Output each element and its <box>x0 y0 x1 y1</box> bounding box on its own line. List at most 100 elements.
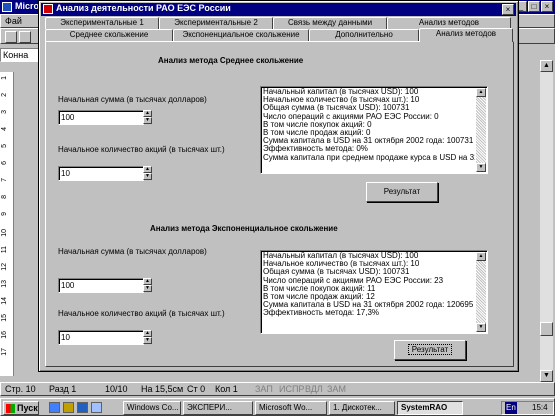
spin-down-icon[interactable]: ▼ <box>143 117 152 124</box>
ruler-number: 5 <box>1 144 8 148</box>
scroll-up-icon[interactable]: ▲ <box>476 88 486 97</box>
memo-scrollbar[interactable]: ▲ ▼ <box>476 88 486 172</box>
tab-methods-analysis[interactable]: Анализ методов <box>419 28 513 42</box>
scroll-down-icon[interactable]: ▼ <box>476 323 486 332</box>
dialog-title-bar: Анализ деятельности РАО ЕЭС России × <box>41 3 516 16</box>
task-player[interactable]: 1. Дискотек... <box>329 401 395 415</box>
tab-additional[interactable]: Дополнительно <box>309 29 419 41</box>
tab-experimental-1[interactable]: Экспериментальные 1 <box>45 17 159 29</box>
start-button[interactable]: Пуск <box>3 401 39 415</box>
scroll-down-icon[interactable]: ▼ <box>540 370 553 382</box>
tab-moving-average[interactable]: Среднее скольжение <box>45 29 173 41</box>
section2-result-lines: Начальный капитал (в тысячах USD): 100 На… <box>263 252 475 318</box>
memo-line: В том числе продаж акций: 12 <box>263 293 375 302</box>
status-col: Кол 1 <box>215 384 238 394</box>
ruler-number: 1 <box>1 76 8 80</box>
menu-file[interactable]: Фай <box>5 16 22 26</box>
open-folder-icon[interactable] <box>19 31 31 43</box>
memo-line: Число операций с акциями РАО ЕЭС России:… <box>263 276 444 285</box>
spin-up-icon[interactable]: ▲ <box>143 166 152 173</box>
desktop-icon[interactable] <box>49 402 60 413</box>
section1-shares-input[interactable]: 10 <box>58 166 144 181</box>
browser-icon[interactable] <box>77 402 88 413</box>
spin-up-icon[interactable]: ▲ <box>143 278 152 285</box>
section1-sum-input[interactable]: 100 <box>58 110 144 125</box>
outlook-icon[interactable] <box>91 402 102 413</box>
ruler-number: 4 <box>1 127 8 131</box>
memo-line: Эффективность метода: 17,3% <box>263 309 380 318</box>
section2-title: Анализ метода Экспоненциальное скольжени… <box>150 224 338 233</box>
section1-result-lines: Начальный капитал (в тысячах USD): 100 На… <box>263 88 475 162</box>
windows-logo-icon <box>6 403 15 413</box>
close-icon[interactable]: × <box>541 1 553 12</box>
memo-line: Начальный капитал (в тысячах USD): 100 <box>263 252 419 260</box>
memo-line: Эффективность метода: 0% <box>263 145 368 154</box>
scroll-up-icon[interactable]: ▲ <box>476 252 486 261</box>
section1-sum-stepper[interactable]: ▲ ▼ <box>143 110 152 125</box>
ruler-number: 16 <box>1 331 8 339</box>
vertical-scrollbar[interactable]: ▲ ▼ <box>540 60 553 382</box>
taskbar: Пуск Windows Co... ЭКСПЕРИ... Microsoft … <box>0 398 555 416</box>
ruler-number: 13 <box>1 280 8 288</box>
section2-sum-input[interactable]: 100 <box>58 278 144 293</box>
tab-experimental-2[interactable]: Экспериментальные 2 <box>159 17 273 29</box>
status-section: Разд 1 <box>49 384 77 394</box>
word-app-icon <box>2 2 12 12</box>
status-mode-trk[interactable]: ИСПР <box>279 384 304 394</box>
section1-result-memo[interactable]: Начальный капитал (в тысячах USD): 100 На… <box>260 86 488 174</box>
task-experiment[interactable]: ЭКСПЕРИ... <box>183 401 253 415</box>
ruler-number: 9 <box>1 212 8 216</box>
status-mode-ovr[interactable]: ЗАМ <box>327 384 346 394</box>
ruler-number: 7 <box>1 178 8 182</box>
vertical-ruler: 1 2 3 4 5 6 7 8 9 10 11 12 13 14 15 16 17 <box>0 72 14 376</box>
tab-data-relations[interactable]: Связь между данными <box>273 17 387 29</box>
section2-shares-stepper[interactable]: ▲ ▼ <box>143 330 152 345</box>
language-indicator[interactable]: En <box>505 402 517 414</box>
section1-shares-stepper[interactable]: ▲ ▼ <box>143 166 152 181</box>
task-word[interactable]: Microsoft Wo... <box>255 401 327 415</box>
task-windows-commander[interactable]: Windows Co... <box>123 401 181 415</box>
status-pages: 10/10 <box>105 384 128 394</box>
scroll-thumb[interactable] <box>540 322 553 336</box>
memo-line: Общая сумма (в тысячах USD): 100731 <box>263 268 410 277</box>
ruler-number: 14 <box>1 297 8 305</box>
spin-down-icon[interactable]: ▼ <box>143 173 152 180</box>
scroll-up-icon[interactable]: ▲ <box>540 60 553 72</box>
section2-result-memo[interactable]: Начальный капитал (в тысячах USD): 100 На… <box>260 250 488 334</box>
tab-exponential[interactable]: Экспоненциальное скольжение <box>173 29 309 41</box>
memo-line: Сумма капитала в USD на 31 октября 2002 … <box>263 137 474 146</box>
memo-line: В том числе покупок акций: 11 <box>263 284 376 293</box>
memo-scrollbar[interactable]: ▲ ▼ <box>476 252 486 332</box>
maximize-icon[interactable]: □ <box>528 1 540 12</box>
ruler-number: 15 <box>1 314 8 322</box>
status-line: Ст 0 <box>187 384 206 394</box>
section2-shares-input[interactable]: 10 <box>58 330 144 345</box>
section2-result-button[interactable]: Результат <box>394 340 466 360</box>
spin-down-icon[interactable]: ▼ <box>143 337 152 344</box>
status-page: Стр. 10 <box>5 384 36 394</box>
section2-shares-label: Начальное количество акций (в тысячах шт… <box>58 309 225 318</box>
status-mode-rec[interactable]: ЗАП <box>255 384 273 394</box>
memo-line: Начальное количество (в тысячах шт.): 10 <box>263 96 420 105</box>
close-icon[interactable]: × <box>502 4 514 15</box>
start-label: Пуск <box>17 403 38 413</box>
status-mode-ext[interactable]: ВДЛ <box>305 384 323 394</box>
memo-line: В том числе покупок акций: 0 <box>263 120 372 129</box>
memo-line: Общая сумма (в тысячах USD): 100731 <box>263 104 410 113</box>
scroll-down-icon[interactable]: ▼ <box>476 163 486 172</box>
memo-line: Сумма капитала при среднем продаже курса… <box>263 153 475 162</box>
new-document-icon[interactable] <box>5 31 17 43</box>
section2-sum-stepper[interactable]: ▲ ▼ <box>143 278 152 293</box>
memo-line: Сумма капитала в USD на 31 октября 2002 … <box>263 301 474 310</box>
section1-result-button-label: Результат <box>383 187 421 196</box>
memo-line: В том числе продаж акций: 0 <box>263 129 371 138</box>
ruler-number: 11 <box>1 246 8 254</box>
status-bar: Стр. 10 Разд 1 10/10 На 15,5см Ст 0 Кол … <box>0 382 555 396</box>
memo-line: Начальное количество (в тысячах шт.): 10 <box>263 260 420 269</box>
spin-down-icon[interactable]: ▼ <box>143 285 152 292</box>
spin-up-icon[interactable]: ▲ <box>143 330 152 337</box>
task-systemrao[interactable]: SystemRAO <box>397 401 463 415</box>
spin-up-icon[interactable]: ▲ <box>143 110 152 117</box>
section1-result-button[interactable]: Результат <box>366 182 438 202</box>
explorer-icon[interactable] <box>63 402 74 413</box>
